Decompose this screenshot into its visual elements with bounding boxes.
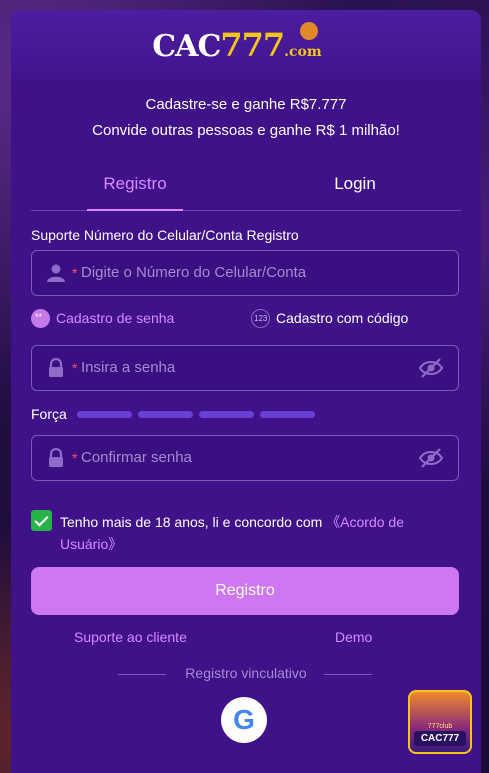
eye-off-icon[interactable] xyxy=(418,357,444,379)
register-submit-button[interactable]: Registro xyxy=(31,567,459,615)
mode-password-option[interactable]: Cadastro de senha xyxy=(31,309,175,329)
password-placeholder: Insira a senha xyxy=(81,359,176,376)
divider-line-right xyxy=(324,674,372,675)
mode-password-label: Cadastro de senha xyxy=(56,310,175,327)
code-mode-icon xyxy=(251,309,270,328)
lock-icon xyxy=(49,448,63,467)
logo-part2: 777 xyxy=(220,26,285,64)
google-login-button[interactable]: G xyxy=(221,697,267,743)
required-mark: * xyxy=(72,265,78,281)
strength-label: Força xyxy=(31,406,67,422)
lock-icon xyxy=(49,358,63,377)
register-modal: CAC777.com Cadastre-se e ganhe R$7.777 C… xyxy=(11,10,481,773)
google-icon: G xyxy=(233,704,255,735)
user-icon xyxy=(47,264,65,282)
phone-placeholder: Digite o Número do Celular/Conta xyxy=(81,264,307,281)
confirm-password-input[interactable]: * Confirmar senha xyxy=(31,435,459,481)
promo-line-2: Convide outras pessoas e ganhe R$ 1 milh… xyxy=(92,122,400,139)
eye-off-icon[interactable] xyxy=(418,447,444,469)
customer-support-link[interactable]: Suporte ao cliente xyxy=(74,629,187,645)
demo-link[interactable]: Demo xyxy=(335,629,372,645)
register-mode-options: Cadastro de senha Cadastro com código xyxy=(31,309,461,332)
mode-code-option[interactable]: Cadastro com código xyxy=(251,309,409,329)
badge-small-text: 777club xyxy=(427,723,453,730)
logo-part3: .com xyxy=(284,44,322,60)
logo-part1: CAC xyxy=(152,29,221,64)
strength-bar xyxy=(138,411,193,418)
password-mode-icon xyxy=(31,309,50,328)
agreement-text: Tenho mais de 18 anos, li e concordo com… xyxy=(60,511,460,555)
confirm-placeholder: Confirmar senha xyxy=(81,449,192,466)
password-input[interactable]: * Insira a senha xyxy=(31,345,459,391)
auth-tabs: Registro Login xyxy=(31,160,461,211)
agreement-label: Tenho mais de 18 anos, li e concordo com xyxy=(60,514,327,530)
agreement-checkbox[interactable] xyxy=(31,510,52,531)
mode-code-label: Cadastro com código xyxy=(276,310,409,327)
required-mark: * xyxy=(72,360,78,376)
site-logo: CAC777.com xyxy=(11,22,481,64)
badge-text: CAC777 xyxy=(414,731,466,746)
phone-account-input[interactable]: * Digite o Número do Celular/Conta xyxy=(31,250,459,296)
account-label: Suporte Número do Celular/Conta Registro xyxy=(31,227,299,243)
tab-register[interactable]: Registro xyxy=(87,174,183,194)
required-mark: * xyxy=(72,450,78,466)
tab-login[interactable]: Login xyxy=(307,174,403,194)
promo-line-1: Cadastre-se e ganhe R$7.777 xyxy=(145,96,347,113)
active-tab-indicator xyxy=(87,209,183,211)
strength-bar xyxy=(77,411,132,418)
bind-registration-label: Registro vinculativo xyxy=(185,665,307,681)
strength-bar xyxy=(260,411,315,418)
floating-promo-badge[interactable]: 777club CAC777 xyxy=(408,690,472,754)
mascot-icon xyxy=(299,22,318,40)
strength-bar xyxy=(199,411,254,418)
modal-header: CAC777.com xyxy=(11,10,481,80)
